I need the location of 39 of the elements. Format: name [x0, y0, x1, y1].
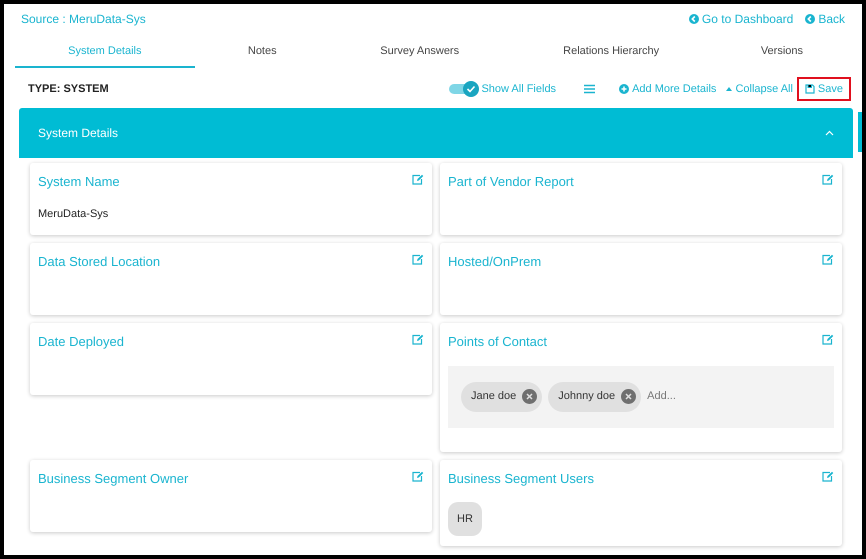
field-label: Business Segment Users — [448, 470, 594, 488]
edit-icon[interactable] — [412, 254, 424, 265]
plus-circle-icon — [619, 84, 630, 94]
tab[interactable]: Versions — [712, 42, 852, 68]
remove-icon[interactable] — [522, 389, 538, 404]
contact-chip[interactable]: Johnny doe — [548, 382, 642, 412]
field-label: Data Stored Location — [38, 253, 160, 271]
contact-chip[interactable]: Jane doe — [461, 382, 542, 412]
user-chip[interactable]: HR — [448, 502, 482, 536]
field-label: Business Segment Owner — [38, 470, 188, 488]
check-icon — [466, 84, 476, 94]
edit-icon[interactable] — [412, 174, 424, 185]
back-circle-icon — [688, 14, 699, 24]
back-circle-icon — [805, 14, 816, 24]
field-label: Hosted/OnPrem — [448, 253, 542, 271]
source-label: Source : MeruData-Sys — [21, 11, 146, 28]
chevron-up-icon[interactable] — [825, 130, 834, 136]
field-value: MeruData-Sys — [38, 206, 110, 222]
edit-icon[interactable] — [822, 254, 834, 265]
caret-up-icon — [726, 87, 732, 91]
edit-icon[interactable] — [412, 470, 424, 482]
edit-icon[interactable] — [822, 174, 834, 185]
tab[interactable]: Notes — [194, 42, 330, 68]
remove-icon[interactable] — [621, 389, 636, 404]
tab[interactable]: Survey Answers — [330, 42, 510, 68]
field-label: System Name — [38, 173, 120, 191]
field-label: Date Deployed — [38, 333, 124, 351]
toggle-label: Show All Fields — [481, 82, 556, 97]
field-label: Points of Contact — [448, 333, 547, 351]
edit-icon[interactable] — [822, 334, 834, 345]
edit-icon[interactable] — [822, 470, 834, 482]
menu-icon[interactable] — [584, 84, 596, 94]
field-label: Part of Vendor Report — [448, 173, 574, 191]
tab[interactable]: Relations Hierarchy — [510, 42, 713, 68]
tag-input-field[interactable]: Jane doe Johnny doe Add... — [448, 366, 834, 428]
section-title: System Details — [38, 125, 118, 142]
edit-icon[interactable] — [412, 334, 424, 345]
toggle-switch[interactable] — [449, 81, 480, 97]
type-label: TYPE: SYSTEM — [28, 82, 109, 97]
